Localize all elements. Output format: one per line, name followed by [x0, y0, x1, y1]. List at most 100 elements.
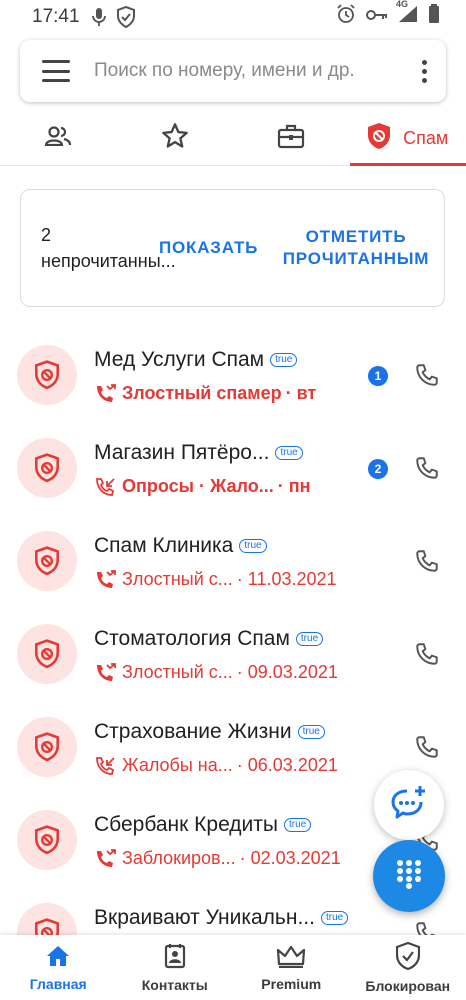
spam-avatar-icon	[17, 438, 77, 498]
microphone-icon	[91, 7, 106, 27]
verified-badge: true	[284, 818, 312, 832]
more-options-icon[interactable]	[422, 59, 428, 83]
caller-name: Магазин Пятёро... true	[94, 441, 303, 465]
crown-icon	[276, 944, 306, 973]
nav-blocked[interactable]: Блокирован	[350, 935, 466, 1000]
call-date: · вт	[285, 383, 317, 403]
unread-card: 2 непрочитанны... ПОКАЗАТЬ ОТМЕТИТЬ ПРОЧ…	[20, 189, 445, 307]
tab-business[interactable]	[233, 112, 350, 165]
bottom-navigation: Главная Контакты Premium Блокирован	[0, 935, 466, 1000]
nav-home[interactable]: Главная	[0, 935, 117, 1000]
tab-contacts[interactable]	[0, 112, 117, 165]
caller-name: Сбербанк Кредиты true	[94, 813, 312, 837]
mark-read-button[interactable]: ОТМЕТИТЬ ПРОЧИТАННЫМ	[281, 226, 431, 270]
tab-spam[interactable]: Спам	[349, 112, 466, 166]
nav-contacts[interactable]: Контакты	[117, 935, 234, 1000]
tab-favorites[interactable]	[117, 112, 234, 165]
missed-call-icon	[94, 662, 116, 683]
call-phone-icon[interactable]	[414, 734, 440, 765]
call-row[interactable]: Спам Клиника true Злостный с... · 11.03.202…	[0, 514, 466, 607]
star-icon	[161, 122, 189, 155]
contacts-icon	[163, 943, 187, 974]
spam-avatar-icon	[17, 345, 77, 405]
call-row[interactable]: Стоматология Спам true Злостный с... · 09.0…	[0, 607, 466, 700]
spam-category: Заблокиров...	[122, 848, 236, 868]
unread-count-badge: 2	[368, 459, 388, 479]
search-input[interactable]: Поиск по номеру, имени и др.	[94, 60, 410, 82]
verified-badge: true	[270, 353, 298, 367]
missed-call-icon	[94, 383, 116, 404]
call-phone-icon[interactable]	[414, 455, 440, 486]
dialpad-icon	[396, 859, 422, 894]
search-bar[interactable]: Поиск по номеру, имени и др.	[20, 40, 446, 102]
nav-home-label: Главная	[29, 975, 87, 992]
caller-name: Мед Услуги Спам true	[94, 348, 298, 372]
people-icon	[44, 126, 72, 151]
caller-name-text: Спам Клиника	[94, 534, 234, 557]
caller-name: Вкраивают Уникальн... true	[94, 906, 349, 930]
nav-premium[interactable]: Premium	[233, 935, 350, 1000]
network-type: 4G	[396, 0, 409, 9]
menu-icon[interactable]	[42, 60, 70, 82]
spam-category: Опросы · Жало...	[122, 476, 274, 496]
caller-name-text: Вкраивают Уникальн...	[94, 906, 315, 929]
caller-name-text: Стоматология Спам	[94, 627, 290, 650]
incoming-call-icon	[94, 756, 116, 776]
spam-category: Жалобы на...	[122, 755, 233, 775]
key-icon	[366, 6, 388, 28]
tab-bar: Спам	[0, 112, 466, 166]
status-bar: 17:41 4G	[0, 0, 466, 34]
briefcase-icon	[277, 123, 305, 154]
caller-name-text: Страхование Жизни	[94, 720, 292, 743]
incoming-call-icon	[94, 477, 116, 497]
caller-name: Спам Клиника true	[94, 534, 267, 558]
nav-contacts-label: Контакты	[141, 976, 208, 993]
spam-avatar-icon	[17, 624, 77, 684]
call-phone-icon[interactable]	[414, 362, 440, 393]
caller-name-text: Сбербанк Кредиты	[94, 813, 278, 836]
chat-add-icon	[390, 785, 428, 826]
call-subtitle: Жалобы на... · 06.03.2021	[94, 755, 338, 776]
home-icon	[45, 944, 71, 973]
verified-badge: true	[295, 632, 324, 646]
call-row[interactable]: Магазин Пятёро... true Опросы · Жало... · п…	[0, 421, 466, 514]
call-date: · пн	[277, 476, 311, 496]
spam-category: Злостный спамер	[122, 383, 282, 403]
status-time: 17:41	[32, 6, 80, 27]
nav-premium-label: Premium	[261, 975, 322, 992]
spam-avatar-icon	[17, 717, 77, 777]
spam-avatar-icon	[17, 531, 77, 591]
verified-badge: true	[320, 911, 349, 925]
verified-badge: true	[239, 539, 267, 553]
verified-badge: true	[297, 725, 325, 739]
call-subtitle: Опросы · Жало... · пн	[94, 476, 310, 497]
call-phone-icon[interactable]	[414, 641, 440, 672]
show-button[interactable]: ПОКАЗАТЬ	[159, 238, 271, 258]
alarm-icon	[336, 4, 356, 30]
call-subtitle: Заблокиров... · 02.03.2021	[94, 848, 341, 869]
caller-name-text: Магазин Пятёро...	[94, 441, 270, 464]
verified-badge: true	[275, 446, 303, 460]
unread-text: 2 непрочитанны...	[41, 225, 176, 271]
new-message-button[interactable]	[374, 770, 444, 840]
call-subtitle: Злостный спамер · вт	[94, 383, 316, 404]
dialpad-button[interactable]	[373, 840, 445, 912]
unread-count-badge: 1	[368, 366, 388, 386]
spam-shield-icon	[367, 122, 391, 155]
spam-avatar-icon	[17, 810, 77, 870]
tab-spam-label: Спам	[403, 128, 449, 148]
call-date: · 11.03.2021	[236, 569, 337, 589]
missed-call-icon	[94, 848, 116, 869]
blocked-shield-icon	[395, 941, 420, 975]
caller-name: Стоматология Спам true	[94, 627, 324, 651]
call-date: · 06.03.2021	[236, 755, 338, 775]
call-date: · 02.03.2021	[239, 848, 341, 868]
call-date: · 09.03.2021	[236, 662, 338, 682]
signal-icon: 4G	[396, 0, 418, 29]
caller-name: Страхование Жизни true	[94, 720, 325, 744]
call-row[interactable]: Мед Услуги Спам true Злостный спамер · вт 1	[0, 328, 466, 421]
missed-call-icon	[94, 569, 116, 590]
nav-blocked-label: Блокирован	[365, 977, 451, 994]
call-phone-icon[interactable]	[414, 548, 440, 579]
spam-category: Злостный с...	[122, 662, 233, 682]
